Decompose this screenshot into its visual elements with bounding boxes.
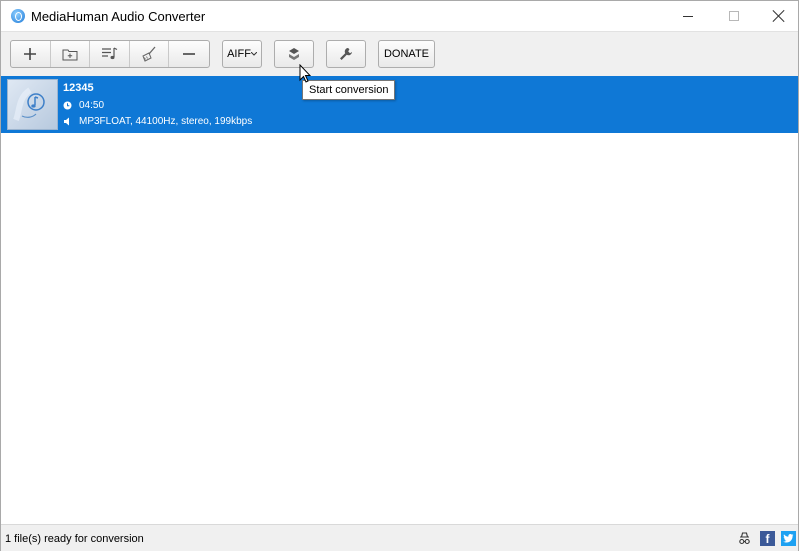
add-folder-button[interactable] xyxy=(51,41,91,67)
chevron-down-icon xyxy=(250,52,257,56)
donate-button[interactable]: DONATE xyxy=(378,40,435,68)
output-format-label: AIFF xyxy=(227,48,251,60)
mouse-pointer-icon xyxy=(299,64,311,83)
output-format-select[interactable]: AIFF xyxy=(222,40,262,68)
app-window: MediaHuman Audio Converter AIFF DONATE 1… xyxy=(0,0,799,551)
broom-icon xyxy=(142,46,156,62)
close-icon xyxy=(773,10,785,22)
list-item[interactable]: 12345 04:50 MP3FLOAT, 44100Hz, stereo, 1… xyxy=(1,76,798,133)
track-format: MP3FLOAT, 44100Hz, stereo, 199kbps xyxy=(79,116,253,127)
track-format-row: MP3FLOAT, 44100Hz, stereo, 199kbps xyxy=(63,116,252,127)
tooltip-text: Start conversion xyxy=(309,84,389,96)
add-file-button[interactable] xyxy=(11,41,51,67)
window-title: MediaHuman Audio Converter xyxy=(31,9,206,24)
music-list-icon xyxy=(101,47,117,60)
spy-icon[interactable] xyxy=(737,531,752,546)
clock-icon xyxy=(63,101,73,110)
twitter-icon[interactable] xyxy=(781,531,796,546)
plus-icon xyxy=(24,48,37,60)
start-conversion-tooltip: Start conversion xyxy=(302,80,396,100)
close-button[interactable] xyxy=(756,1,799,31)
app-logo-icon xyxy=(11,9,25,23)
donate-label: DONATE xyxy=(383,48,430,60)
speaker-icon xyxy=(63,117,73,126)
clear-list-button[interactable] xyxy=(130,41,170,67)
add-music-list-button[interactable] xyxy=(90,41,130,67)
track-title: 12345 xyxy=(63,82,94,94)
music-note-icon xyxy=(13,87,45,122)
toolbar: AIFF DONATE xyxy=(1,31,798,76)
status-text: 1 file(s) ready for conversion xyxy=(5,533,144,545)
title-bar[interactable]: MediaHuman Audio Converter xyxy=(1,1,798,31)
track-duration: 04:50 xyxy=(79,100,105,111)
facebook-icon[interactable]: f xyxy=(760,531,775,546)
settings-button[interactable] xyxy=(326,40,366,68)
minimize-icon xyxy=(683,15,693,17)
status-bar: 1 file(s) ready for conversion f xyxy=(1,524,798,551)
album-art-thumbnail xyxy=(7,79,58,130)
start-conversion-icon xyxy=(289,48,299,60)
facebook-glyph: f xyxy=(765,531,770,546)
file-list[interactable]: 12345 04:50 MP3FLOAT, 44100Hz, stereo, 1… xyxy=(1,76,798,523)
folder-plus-icon xyxy=(62,49,78,61)
maximize-button[interactable] xyxy=(711,1,757,31)
track-duration-row: 04:50 xyxy=(63,100,104,111)
maximize-icon xyxy=(729,11,739,21)
wrench-icon xyxy=(340,48,352,60)
file-actions-group xyxy=(10,40,210,68)
minimize-button[interactable] xyxy=(665,1,711,31)
minus-icon xyxy=(183,53,196,55)
remove-button[interactable] xyxy=(169,41,209,67)
